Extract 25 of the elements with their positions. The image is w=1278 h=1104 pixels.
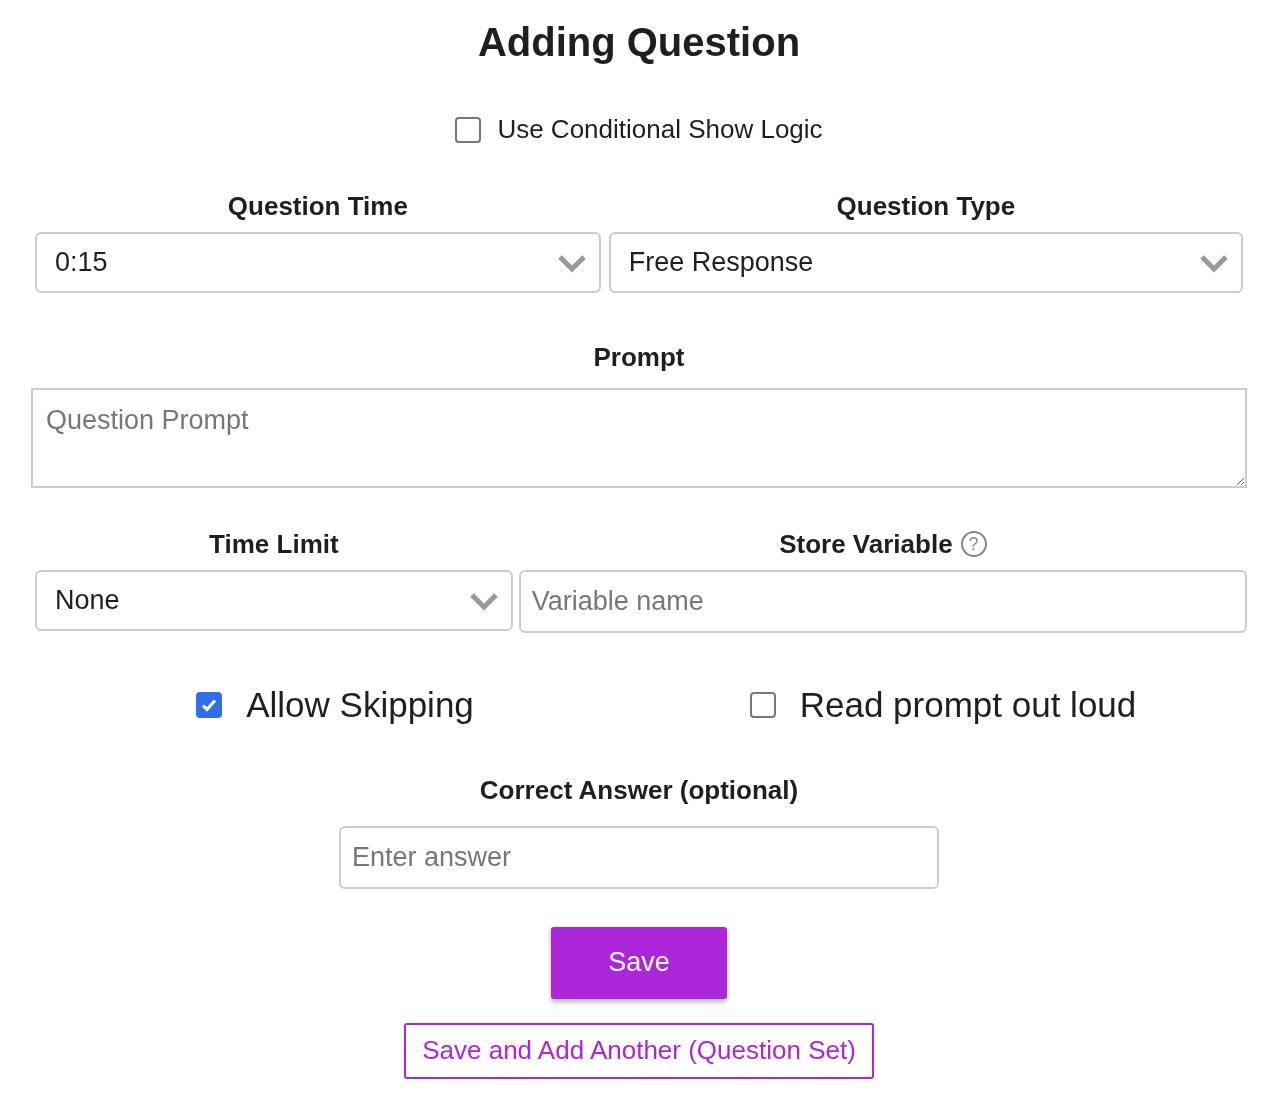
prompt-textarea[interactable]: Question Prompt [31,388,1247,488]
checkbox[interactable] [196,692,223,719]
page-title: Adding Question [476,19,802,66]
field-label: Correct Answer (optional) [479,773,799,807]
help-icon[interactable]: ? [960,531,987,557]
dropdown-select[interactable]: None [35,570,513,631]
field-label: Store Variable [779,528,953,561]
field-label: Prompt [593,341,685,374]
save-button[interactable]: Save [551,926,727,999]
chevron-down-icon [1199,252,1229,273]
dropdown-select[interactable]: 0:15 [35,232,601,293]
field-label: Time Limit [209,528,339,561]
field-label: Question Type [836,190,1016,223]
save-and-add-button[interactable]: Save and Add Another (Question Set) [404,1022,874,1079]
field-label: Question Time [227,190,408,223]
checkbox-label[interactable]: Read prompt out loud [799,679,1137,732]
dropdown-select[interactable]: Free Response [608,232,1243,293]
answer-input-field[interactable]: Enter answer [339,825,939,889]
input-field[interactable]: Variable name [518,570,1247,633]
chevron-down-icon [556,252,587,273]
checkbox[interactable] [749,692,776,719]
checkbox[interactable] [455,116,482,143]
chevron-down-icon [468,590,499,611]
checkbox-label[interactable]: Use Conditional Show Logic [497,110,823,149]
checkbox-label[interactable]: Allow Skipping [246,679,474,732]
